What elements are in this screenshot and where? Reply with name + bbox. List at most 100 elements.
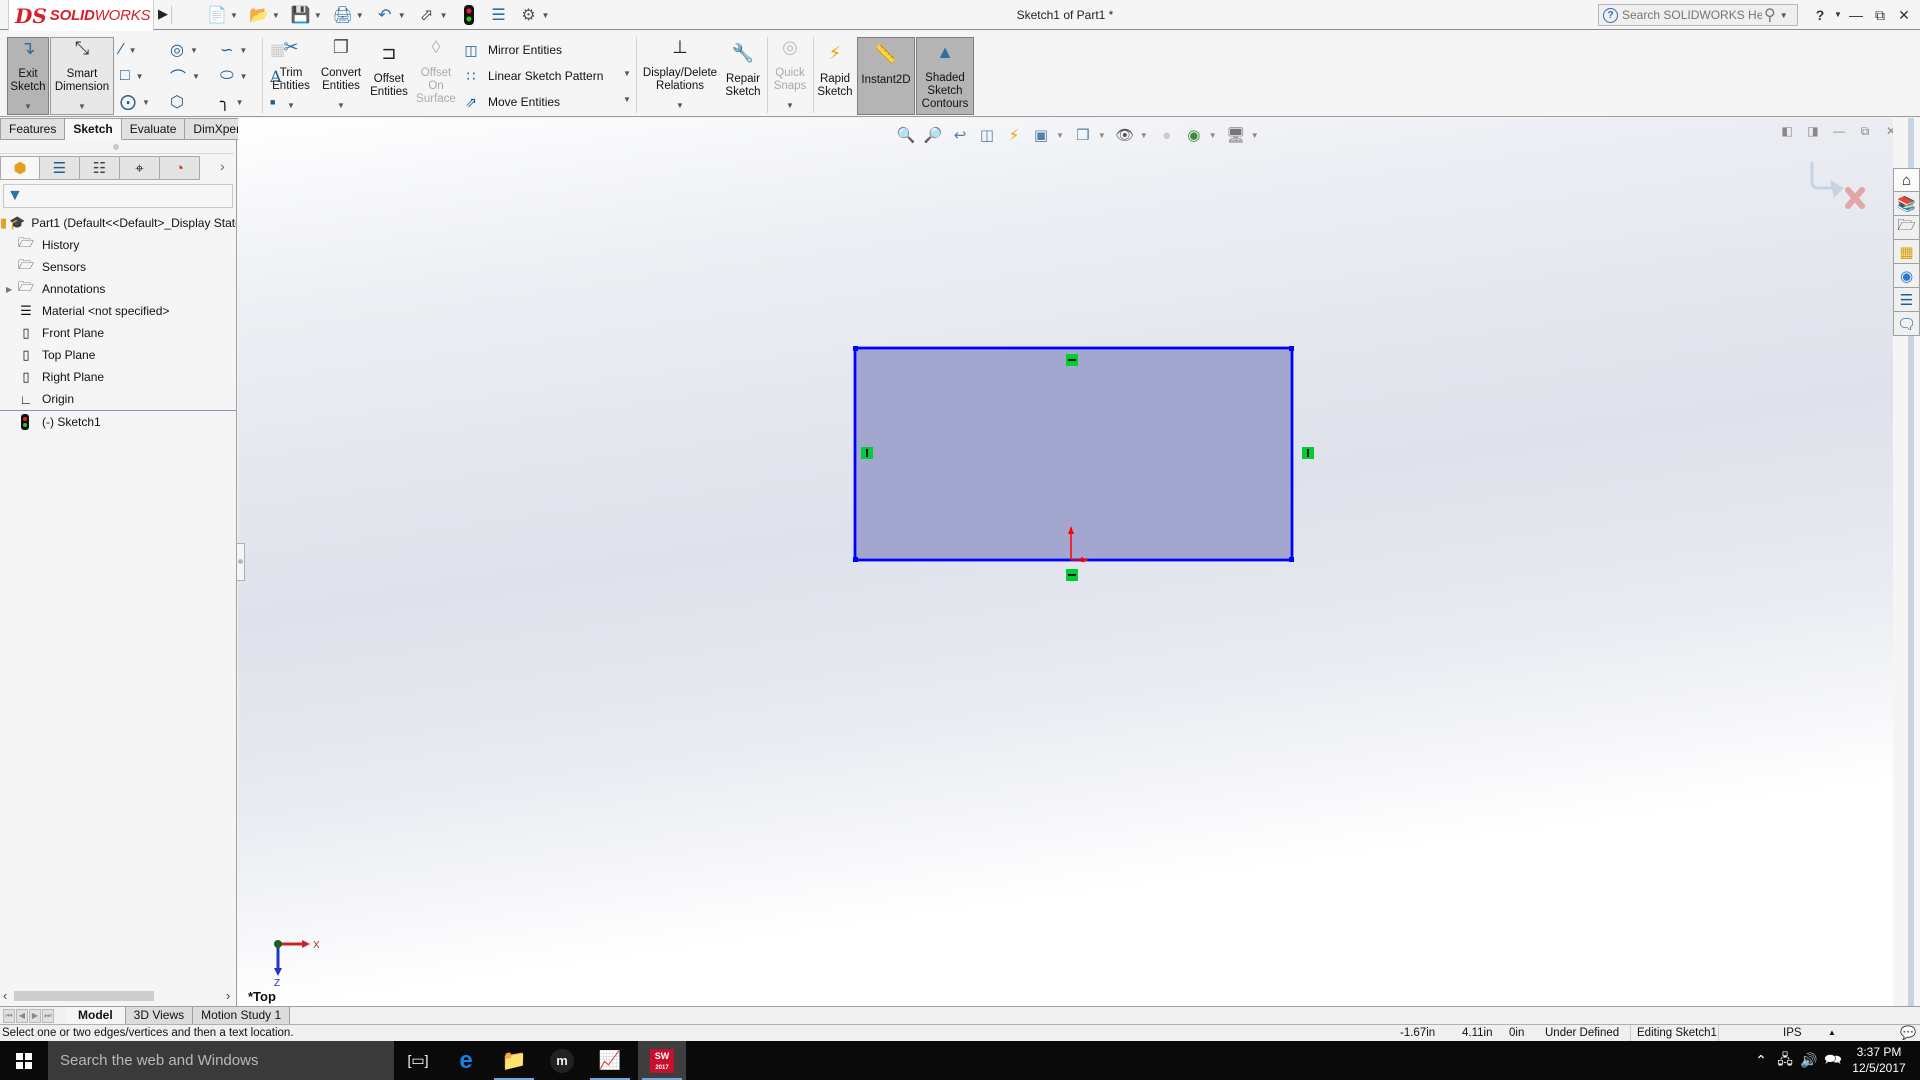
tree-item-material[interactable]: ☰ Material <not specified> bbox=[0, 300, 236, 322]
spline-dropdown-icon[interactable]: ▼ bbox=[239, 46, 247, 55]
mirror-entities-button[interactable]: ◫ Mirror Entities bbox=[462, 37, 562, 63]
move-entities-button[interactable]: ⇗ Move Entities bbox=[462, 89, 560, 115]
solidworks-logo[interactable]: DS SOLIDWORKS bbox=[8, 0, 154, 32]
trim-entities-button[interactable]: ✂ Trim Entities ▼ bbox=[268, 37, 314, 115]
open-dropdown-icon[interactable]: ▼ bbox=[272, 11, 280, 20]
dimxpertmanager-tab[interactable]: ⌖ bbox=[120, 156, 160, 180]
circle-tool[interactable]: ◎ ▼ bbox=[170, 37, 220, 63]
save-dropdown-icon[interactable]: ▼ bbox=[314, 11, 322, 20]
relations-dropdown-icon[interactable]: ▼ bbox=[640, 99, 720, 112]
vertex-top-right[interactable] bbox=[1289, 346, 1294, 351]
volume-icon[interactable]: 🔊 bbox=[1798, 1041, 1820, 1080]
custom-properties-icon[interactable]: ☰ bbox=[1893, 288, 1920, 312]
hide-show-items-icon[interactable]: 👁 bbox=[1113, 123, 1137, 147]
system-clock[interactable]: 3:37 PM 12/5/2017 bbox=[1845, 1044, 1913, 1076]
tree-item-right-plane[interactable]: ▯ Right Plane bbox=[0, 366, 236, 388]
resource-monitor-app[interactable]: 📈 bbox=[586, 1041, 634, 1080]
file-explorer-app[interactable]: 📁 bbox=[490, 1041, 538, 1080]
smart-dimension-dropdown-icon[interactable]: ▼ bbox=[51, 100, 113, 113]
instant2d-button[interactable]: 📏 Instant2D bbox=[857, 37, 915, 115]
tab-evaluate[interactable]: Evaluate bbox=[121, 118, 186, 140]
viewport-left-icon[interactable]: ◧ bbox=[1776, 124, 1798, 142]
displaymanager-tab[interactable]: ◔ bbox=[160, 156, 200, 180]
slot-dropdown-icon[interactable]: ▼ bbox=[142, 98, 150, 107]
cancel-sketch-corner-icon[interactable] bbox=[1845, 187, 1865, 209]
network-icon[interactable]: 🖧 bbox=[1774, 1041, 1796, 1080]
close-button[interactable]: ✕ bbox=[1892, 4, 1916, 26]
save-icon[interactable]: 💾 bbox=[290, 4, 312, 26]
scrollbar-thumb[interactable] bbox=[14, 991, 154, 1001]
solidworks-forum-icon[interactable]: 🗨 bbox=[1893, 312, 1920, 336]
move-dropdown-icon[interactable]: ▼ bbox=[623, 95, 631, 104]
unit-system-selector[interactable]: IPS bbox=[1783, 1025, 1802, 1041]
options-dropdown-icon[interactable]: ▼ bbox=[542, 11, 550, 20]
taskbar-search-box[interactable]: Search the web and Windows bbox=[48, 1041, 394, 1080]
tree-item-top-plane[interactable]: ▯ Top Plane bbox=[0, 344, 236, 366]
view-orientation-icon[interactable]: ▣ bbox=[1029, 123, 1053, 147]
slot-tool[interactable]: ⨀ ▼ bbox=[120, 89, 170, 115]
file-explorer-folder-icon[interactable]: 🗁 bbox=[1893, 216, 1920, 240]
exit-sketch-button[interactable]: ↴ Exit Sketch ▼ bbox=[7, 37, 49, 115]
line-tool[interactable]: ∕ ▼ bbox=[120, 37, 170, 63]
view-settings-dropdown-icon[interactable]: ▼ bbox=[1251, 131, 1259, 140]
new-dropdown-icon[interactable]: ▼ bbox=[230, 11, 238, 20]
vertex-top-left[interactable] bbox=[853, 346, 858, 351]
offset-on-surface-button[interactable]: ◊ Offset On Surface bbox=[414, 37, 458, 115]
quick-tips-icon[interactable]: 💬 bbox=[1900, 1025, 1916, 1041]
panel-splitter-handle[interactable] bbox=[237, 543, 245, 581]
tab-sketch[interactable]: Sketch bbox=[65, 118, 122, 140]
tree-item-sketch1[interactable]: (-) Sketch1 bbox=[0, 410, 236, 432]
polygon-tool[interactable]: ⬡ bbox=[170, 89, 220, 115]
display-style-dropdown-icon[interactable]: ▼ bbox=[1098, 131, 1106, 140]
exit-sketch-corner-icon[interactable] bbox=[1810, 162, 1844, 198]
next-tab-icon[interactable]: ▶ bbox=[29, 1008, 41, 1023]
convert-entities-button[interactable]: ❐ Convert Entities ▼ bbox=[316, 37, 366, 115]
show-hidden-icons-chevron-icon[interactable]: ⌃ bbox=[1752, 1041, 1770, 1080]
tab-features[interactable]: Features bbox=[0, 118, 66, 140]
undo-dropdown-icon[interactable]: ▼ bbox=[398, 11, 406, 20]
rebuild-traffic-light-icon[interactable] bbox=[458, 4, 480, 26]
new-document-icon[interactable]: 📄 bbox=[206, 4, 228, 26]
vertex-bottom-left[interactable] bbox=[853, 557, 858, 562]
search-icon[interactable]: ⚲ bbox=[1764, 5, 1776, 25]
fillet-dropdown-icon[interactable]: ▼ bbox=[236, 98, 244, 107]
scroll-right-icon[interactable]: › bbox=[226, 988, 230, 1003]
scroll-left-icon[interactable]: ‹ bbox=[3, 988, 7, 1003]
exit-sketch-dropdown-icon[interactable]: ▼ bbox=[8, 100, 48, 113]
tab-model[interactable]: Model bbox=[66, 1006, 126, 1025]
viewport-minimize-icon[interactable]: — bbox=[1828, 124, 1850, 142]
configurationmanager-tab[interactable]: ☷ bbox=[80, 156, 120, 180]
edit-appearance-icon[interactable]: ● bbox=[1155, 123, 1179, 147]
print-icon[interactable]: 🖨 bbox=[332, 4, 354, 26]
tree-root-part[interactable]: ▮ 🎓 Part1 (Default<<Default>_Display Sta… bbox=[0, 212, 236, 234]
more-tabs-chevron-icon[interactable]: › bbox=[220, 158, 225, 174]
display-style-icon[interactable]: ❒ bbox=[1071, 123, 1095, 147]
arc-dropdown-icon[interactable]: ▼ bbox=[192, 72, 200, 81]
solidworks-resources-home-icon[interactable]: ⌂ bbox=[1893, 168, 1920, 192]
view-palette-icon[interactable]: ▦ bbox=[1893, 240, 1920, 264]
prev-tab-icon[interactable]: ◀ bbox=[16, 1008, 28, 1023]
design-library-icon[interactable]: 📚 bbox=[1893, 192, 1920, 216]
options-gear-icon[interactable]: ⚙ bbox=[518, 4, 540, 26]
horizontal-relation-icon[interactable] bbox=[1066, 569, 1078, 581]
rectangle-tool[interactable]: □ ▼ bbox=[120, 63, 170, 89]
line-dropdown-icon[interactable]: ▼ bbox=[129, 46, 137, 55]
rapid-sketch-button[interactable]: ⚡ Rapid Sketch bbox=[815, 37, 855, 115]
display-delete-relations-button[interactable]: ⊥ Display/Delete Relations ▼ bbox=[640, 37, 720, 115]
first-tab-icon[interactable]: ⏮ bbox=[3, 1008, 15, 1023]
viewport-restore-icon[interactable]: ⧉ bbox=[1854, 124, 1876, 142]
quick-snaps-button[interactable]: ◎ Quick Snaps ▼ bbox=[770, 37, 810, 115]
offset-entities-button[interactable]: ⊐ Offset Entities bbox=[366, 37, 412, 115]
zoom-to-fit-icon[interactable]: 🔍 bbox=[894, 123, 918, 147]
sketch-rectangle[interactable] bbox=[853, 346, 1294, 562]
vertical-relation-icon[interactable] bbox=[861, 447, 873, 459]
menu-expand-arrow-icon[interactable]: ▶ bbox=[158, 6, 172, 24]
edge-app[interactable]: e bbox=[442, 1041, 490, 1080]
tree-item-annotations[interactable]: ▶ 🗁 Annotations bbox=[0, 278, 236, 300]
featuremanager-tab[interactable]: ⬢ bbox=[0, 156, 40, 180]
smart-dimension-button[interactable]: ⤡ Smart Dimension ▼ bbox=[50, 37, 114, 115]
unit-system-dropdown-icon[interactable]: ▲ bbox=[1828, 1025, 1836, 1041]
ellipse-dropdown-icon[interactable]: ▼ bbox=[240, 72, 248, 81]
panel-grip[interactable] bbox=[0, 140, 234, 154]
apply-scene-dropdown-icon[interactable]: ▼ bbox=[1209, 131, 1217, 140]
